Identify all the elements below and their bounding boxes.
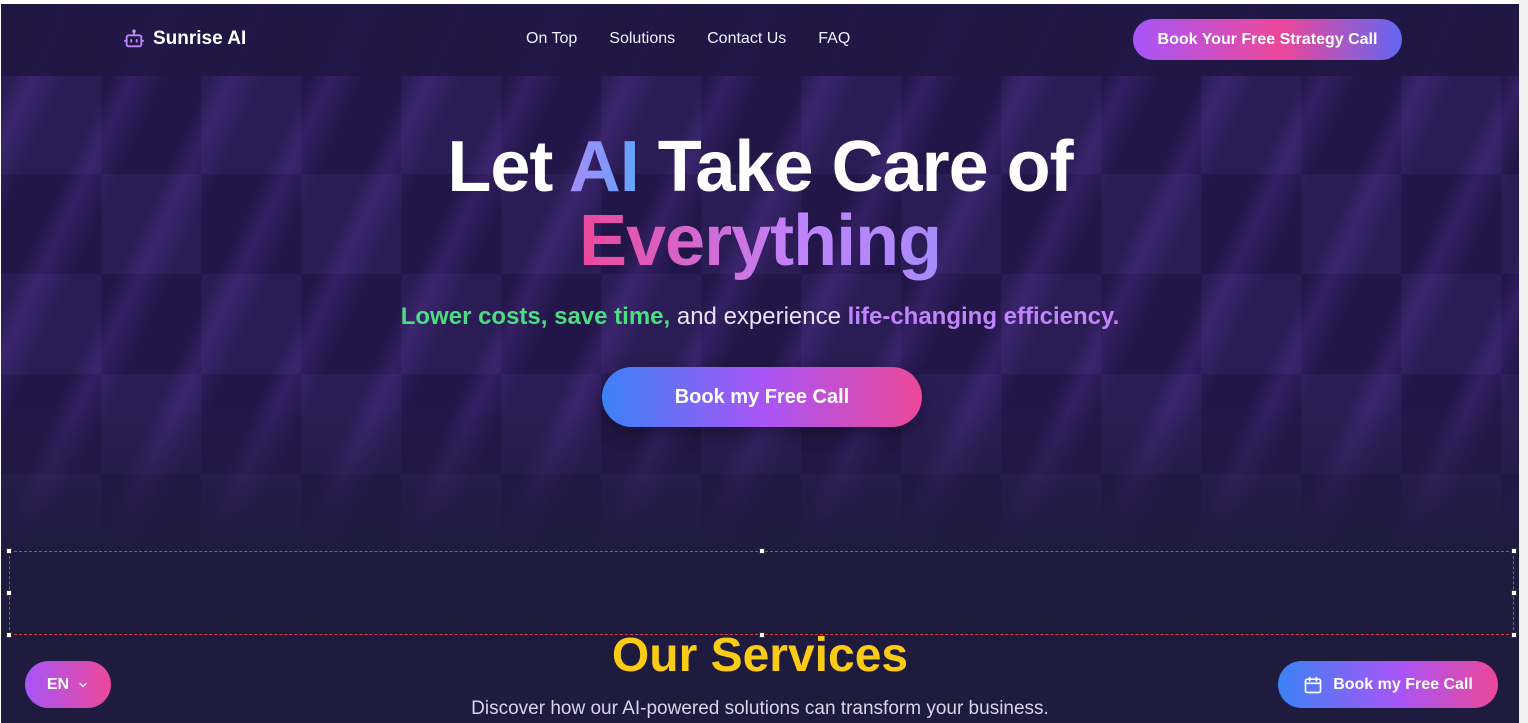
headline-highlight-everything: Everything <box>578 201 942 281</box>
nav-link-on-top[interactable]: On Top <box>526 30 577 48</box>
resize-handle-bm[interactable] <box>759 632 765 638</box>
resize-handle-bl[interactable] <box>6 632 12 638</box>
headline-part2: Take Care of <box>638 127 1074 207</box>
chevron-down-icon <box>79 682 87 687</box>
resize-handle-mr[interactable] <box>1511 590 1517 596</box>
subheadline-purple: life-changing efficiency. <box>847 303 1120 330</box>
book-free-call-button[interactable]: Book my Free Call <box>602 367 922 427</box>
headline-part1: Let <box>447 127 569 207</box>
floating-book-call-button[interactable]: Book my Free Call <box>1278 661 1498 708</box>
top-navbar: Sunrise AI On Top Solutions Contact Us F… <box>1 4 1519 76</box>
resize-handle-tr[interactable] <box>1511 548 1517 554</box>
editor-selection-box[interactable] <box>6 548 1517 638</box>
resize-handle-ml[interactable] <box>6 590 12 596</box>
headline-highlight-ai: AI <box>568 127 640 207</box>
calendar-icon <box>1304 676 1322 693</box>
hero-headline-line2: Everything <box>1 200 1519 282</box>
page-viewport: Sunrise AI On Top Solutions Contact Us F… <box>1 4 1519 723</box>
resize-handle-tm[interactable] <box>759 548 765 554</box>
main-nav: On Top Solutions Contact Us FAQ <box>526 30 850 48</box>
hero-headline-line1: Let AI Take Care of <box>1 126 1519 208</box>
robot-icon <box>123 29 145 48</box>
browser-scrollbar[interactable] <box>1519 0 1528 723</box>
resize-handle-tl[interactable] <box>6 548 12 554</box>
book-strategy-call-button[interactable]: Book Your Free Strategy Call <box>1133 19 1402 60</box>
language-label: EN <box>46 675 70 693</box>
resize-handle-br[interactable] <box>1511 632 1517 638</box>
nav-link-contact-us[interactable]: Contact Us <box>707 30 786 48</box>
subheadline-plain: and experience <box>670 303 848 330</box>
floating-cta-label: Book my Free Call <box>1333 675 1473 693</box>
brand-name: Sunrise AI <box>153 28 247 49</box>
hero-subheadline: Lower costs, save time, and experience l… <box>1 303 1519 331</box>
brand-logo[interactable]: Sunrise AI <box>123 28 246 50</box>
language-selector[interactable]: EN <box>25 661 111 708</box>
subheadline-green: Lower costs, save time, <box>400 303 671 330</box>
nav-link-solutions[interactable]: Solutions <box>609 30 675 48</box>
nav-link-faq[interactable]: FAQ <box>818 30 850 48</box>
